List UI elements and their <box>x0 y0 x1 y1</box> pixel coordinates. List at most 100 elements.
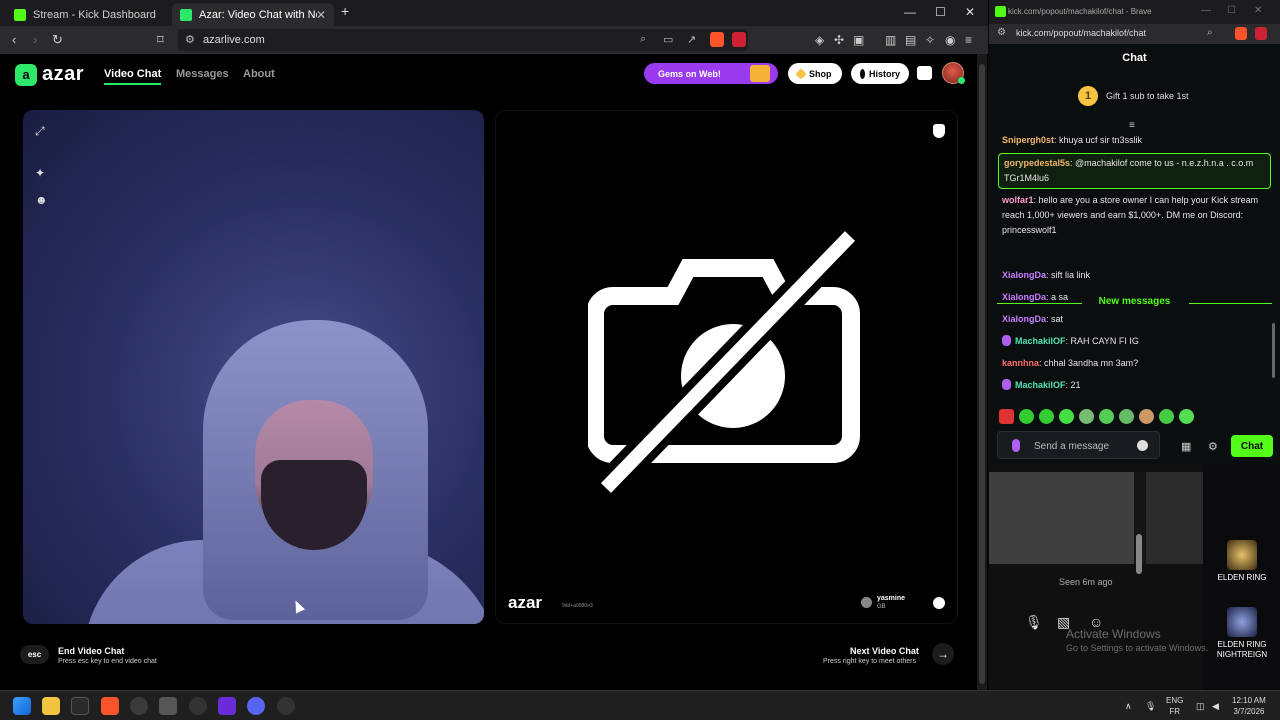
sidebar-icon[interactable]: ▥ <box>885 33 896 47</box>
emote-icon[interactable] <box>1019 409 1034 424</box>
chat-message[interactable]: XialongDa: a sa <box>1002 290 1268 305</box>
forward-icon[interactable]: › <box>33 32 37 47</box>
brave-rewards-icon[interactable] <box>732 32 746 47</box>
desktop-icon-elden-ring[interactable]: ELDEN RING <box>1215 540 1269 583</box>
bookmark-icon[interactable]: ⌑ <box>157 32 164 48</box>
pinned-icon[interactable]: ≡ <box>1129 120 1135 131</box>
chat-username[interactable]: Snipergh0st <box>1002 135 1054 145</box>
nav-messages[interactable]: Messages <box>176 68 229 80</box>
discord-icon[interactable] <box>247 697 265 715</box>
store-app-icon[interactable] <box>71 697 89 715</box>
site-settings-icon[interactable]: ⚙ <box>185 33 195 46</box>
store-icon[interactable]: ▦ <box>1181 440 1192 453</box>
site-settings-icon[interactable]: ⚙ <box>997 27 1006 38</box>
chat-message[interactable]: kannhna: chhal 3andha mn 3am? <box>1002 356 1268 371</box>
chat-message[interactable]: wolfar1: hello are you a store owner I c… <box>1002 193 1268 238</box>
scroll-thumb[interactable] <box>1136 534 1142 574</box>
chat-username[interactable]: wolfar1 <box>1002 195 1034 205</box>
end-video-chat-title[interactable]: End Video Chat <box>58 646 124 656</box>
back-icon[interactable]: ‹ <box>12 32 16 47</box>
nav-about[interactable]: About <box>243 68 275 80</box>
gems-button[interactable]: Gems on Web! <box>644 63 778 84</box>
chat-username[interactable]: gorypedestal5s <box>1004 158 1070 168</box>
emote-icon[interactable] <box>1179 409 1194 424</box>
emote-icon[interactable] <box>1159 409 1174 424</box>
chat-message[interactable]: XialongDa: sat <box>1002 312 1268 327</box>
chat-message[interactable]: Snipergh0st: khuya ucf sir tn3sslik <box>1002 133 1268 148</box>
brave-shields-icon[interactable] <box>710 32 724 47</box>
mask-icon[interactable]: ☻ <box>35 193 48 207</box>
profile-avatar[interactable] <box>942 62 965 84</box>
inbox-icon[interactable] <box>917 66 932 80</box>
minimize-icon[interactable]: — <box>1201 5 1211 16</box>
next-video-chat-title[interactable]: Next Video Chat <box>850 646 919 656</box>
network-icon[interactable]: ◫ <box>1196 701 1205 712</box>
esc-key-badge[interactable]: esc <box>20 645 49 664</box>
maximize-icon[interactable]: ☐ <box>1227 5 1236 16</box>
wallet-icon[interactable]: ▤ <box>905 33 916 47</box>
zoom-icon[interactable]: ⌕ <box>1207 27 1213 38</box>
emote-icon[interactable] <box>1079 409 1094 424</box>
tab-azar[interactable]: Azar: Video Chat with New Pe ✕ <box>172 3 334 26</box>
tray-expand-icon[interactable]: ∧ <box>1125 701 1132 712</box>
emoji-picker-icon[interactable] <box>1137 440 1148 451</box>
url-bar[interactable]: ⚙ azarlive.com ⌕ ▭ ↗ <box>178 29 748 51</box>
expand-icon[interactable]: ⤢ <box>35 124 48 138</box>
emote-icon[interactable] <box>1139 409 1154 424</box>
page-scrollbar[interactable] <box>977 54 987 690</box>
brave-rewards-icon[interactable] <box>1255 27 1267 40</box>
vpn-icon[interactable]: ◈ <box>815 33 824 47</box>
screenshot-icon[interactable]: ▣ <box>853 33 864 47</box>
chat-username[interactable]: MachakilOF <box>1015 336 1066 346</box>
language-indicator[interactable]: ENG FR <box>1166 695 1183 717</box>
app-g-icon[interactable] <box>189 697 207 715</box>
close-window-icon[interactable]: ✕ <box>965 5 975 19</box>
chat-message[interactable]: XialongDa: sift lia link <box>1002 268 1268 283</box>
shop-button[interactable]: Shop <box>788 63 842 84</box>
chat-scrollbar[interactable] <box>1272 133 1277 383</box>
reload-icon[interactable]: ↻ <box>52 32 63 48</box>
send-message-input[interactable]: Send a message <box>997 431 1160 459</box>
azar-logo[interactable]: a azar <box>15 63 84 86</box>
volume-icon[interactable]: ◀ <box>1212 701 1219 712</box>
emote-icon[interactable] <box>1099 409 1114 424</box>
menu-icon[interactable]: ≡ <box>965 33 972 47</box>
obs-icon[interactable] <box>130 697 148 715</box>
emote-icon[interactable] <box>1039 409 1054 424</box>
extensions-icon[interactable]: ✣ <box>834 33 844 47</box>
chat-username[interactable]: XialongDa <box>1002 270 1046 280</box>
microphone-icon[interactable]: 🎙 <box>1025 614 1043 630</box>
maximize-icon[interactable]: ☐ <box>935 5 946 19</box>
leo-ai-icon[interactable]: ✧ <box>925 33 935 47</box>
emote-icon[interactable] <box>1059 409 1074 424</box>
chat-message[interactable]: MachakilOF: 21 <box>1002 378 1268 393</box>
tray-mic-icon[interactable]: 🎙 <box>1145 701 1156 712</box>
emote-icon[interactable] <box>1119 409 1134 424</box>
history-button[interactable]: History <box>851 63 909 84</box>
shield-toolbar-icon[interactable]: ◉ <box>945 33 955 47</box>
cast-icon[interactable]: ▭ <box>663 33 673 46</box>
chat-message-highlighted[interactable]: gorypedestal5s: @machakilof come to us -… <box>998 153 1271 189</box>
taskbar-clock[interactable]: 12:10 AM 3/7/2026 <box>1232 695 1266 717</box>
chat-send-button[interactable]: Chat <box>1231 435 1273 457</box>
chat-bubble-icon[interactable] <box>933 597 945 609</box>
brave-shields-icon[interactable] <box>1235 27 1247 40</box>
chat-username[interactable]: MachakilOF <box>1015 380 1066 390</box>
report-shield-icon[interactable] <box>933 124 945 138</box>
share-icon[interactable]: ↗ <box>687 33 696 46</box>
new-tab-icon[interactable]: + <box>341 3 349 19</box>
next-arrow-icon[interactable]: → <box>932 643 954 665</box>
close-tab-icon[interactable]: ✕ <box>316 8 326 22</box>
windows-start-icon[interactable] <box>13 697 31 715</box>
tab-kick-dashboard[interactable]: Stream - Kick Dashboard <box>6 3 168 26</box>
magic-wand-icon[interactable]: ✦ <box>35 166 48 180</box>
zoom-icon[interactable]: ⌕ <box>640 33 646 46</box>
emote-icon[interactable] <box>999 409 1014 424</box>
desktop-icon-elden-ring-nightreign[interactable]: ELDEN RING NIGHTREIGN <box>1215 607 1269 660</box>
chat-username[interactable]: XialongDa <box>1002 292 1046 302</box>
kick-address-bar[interactable]: ⚙ kick.com/popout/machakilof/chat ⌕ <box>989 24 1280 44</box>
brave-browser-icon[interactable] <box>101 697 119 715</box>
minimize-icon[interactable]: — <box>904 5 916 19</box>
steam-icon[interactable] <box>159 697 177 715</box>
chat-username[interactable]: kannhna <box>1002 358 1039 368</box>
